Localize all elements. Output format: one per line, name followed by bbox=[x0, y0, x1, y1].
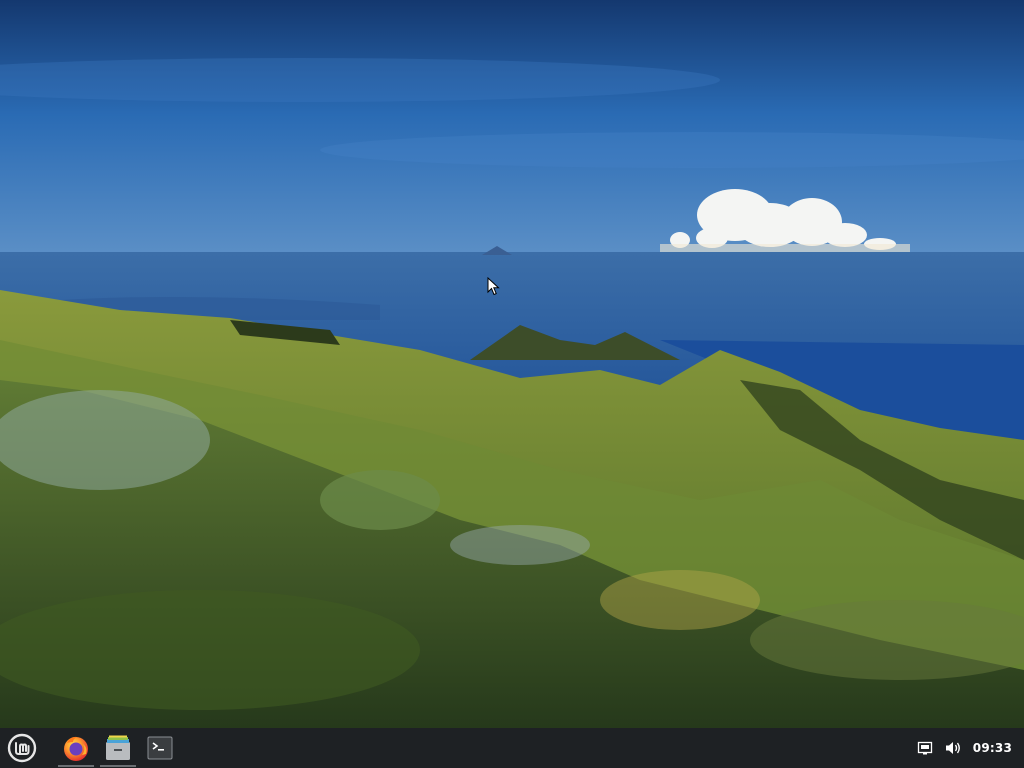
wallpaper bbox=[0, 0, 1024, 728]
launcher-files[interactable] bbox=[98, 728, 138, 768]
launcher-firefox[interactable] bbox=[56, 728, 96, 768]
running-indicator bbox=[100, 765, 136, 767]
volume-icon bbox=[945, 742, 960, 754]
file-manager-icon bbox=[106, 735, 130, 760]
mouse-cursor-icon bbox=[487, 277, 500, 296]
running-indicator bbox=[58, 765, 94, 767]
mint-logo-icon bbox=[7, 733, 37, 763]
firefox-icon bbox=[64, 736, 88, 761]
terminal-icon bbox=[147, 736, 173, 760]
taskbar: 09:33 bbox=[0, 728, 1024, 768]
launcher-terminal[interactable] bbox=[140, 728, 180, 768]
clock[interactable]: 09:33 bbox=[967, 741, 1018, 755]
volume-applet[interactable] bbox=[939, 728, 967, 768]
network-applet[interactable] bbox=[911, 728, 939, 768]
system-tray: 09:33 bbox=[911, 728, 1024, 768]
desktop[interactable]: 09:33 bbox=[0, 0, 1024, 768]
menu-button[interactable] bbox=[0, 728, 44, 768]
network-wired-icon bbox=[917, 741, 932, 755]
